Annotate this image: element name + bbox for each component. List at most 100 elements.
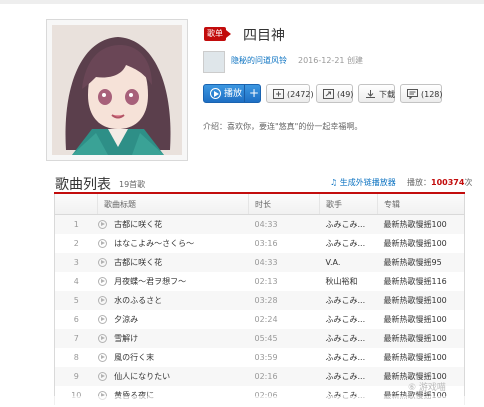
song-title-cell[interactable]: 月夜蝶～君ヲ想フ～ xyxy=(97,272,249,291)
row-play-icon[interactable] xyxy=(97,220,107,229)
favorite-button[interactable]: (2472) xyxy=(266,84,314,103)
song-row[interactable]: 3 古都に咲く花 04:33 V.A. 最新热歌慢摇95 xyxy=(54,253,465,272)
row-play-icon[interactable] xyxy=(97,315,107,324)
song-title[interactable]: 水のふるさと xyxy=(114,296,162,305)
song-title[interactable]: 古都に咲く花 xyxy=(114,220,162,229)
download-button[interactable]: 下载 xyxy=(358,84,395,103)
row-play-icon[interactable] xyxy=(97,258,107,267)
col-artist: 歌手 xyxy=(319,194,378,215)
song-album[interactable]: 最新热歌慢摇100 xyxy=(377,214,465,234)
download-icon xyxy=(366,90,375,98)
bottom-fade xyxy=(0,396,484,407)
song-duration: 04:33 xyxy=(248,253,320,272)
song-duration: 02:24 xyxy=(254,315,278,324)
song-album[interactable]: 最新热歌慢摇100 xyxy=(377,291,465,310)
row-play-icon[interactable] xyxy=(97,239,107,248)
song-artist[interactable]: ふみこみ... xyxy=(320,234,378,253)
song-album[interactable]: 最新热歌慢摇100 xyxy=(378,348,465,367)
song-index: 7 xyxy=(54,329,98,348)
playcount-unit: 次 xyxy=(464,178,473,187)
song-index: 5 xyxy=(54,291,98,310)
play-icon xyxy=(210,88,221,99)
comment-button[interactable]: (128) xyxy=(400,84,443,103)
playcount-label: 播放： xyxy=(407,178,431,187)
song-title-cell[interactable]: 古都に咲く花 xyxy=(97,253,249,272)
row-play-icon[interactable] xyxy=(97,296,107,305)
col-title: 歌曲标题 xyxy=(97,194,249,215)
play-button[interactable]: 播放 + xyxy=(203,84,261,103)
creator-avatar[interactable] xyxy=(203,51,225,73)
song-index: 1 xyxy=(54,214,98,234)
song-title-cell[interactable]: 仙人になりたい xyxy=(97,367,249,386)
song-artist[interactable]: ふみこみ... xyxy=(319,214,378,234)
song-duration: 02:13 xyxy=(254,277,278,286)
song-row[interactable]: 8 風の行く末 03:59 ふみこみ... 最新热歌慢摇100 xyxy=(55,348,465,367)
row-play-icon[interactable] xyxy=(97,277,107,286)
share-button[interactable]: (49) xyxy=(316,84,353,103)
playlist-tag: 歌单 xyxy=(204,27,231,41)
creator-link[interactable]: 隐秘的问道风铃 xyxy=(231,55,287,66)
play-divider xyxy=(244,85,245,102)
song-index: 8 xyxy=(73,353,79,362)
folder-plus-icon xyxy=(273,89,284,99)
song-album[interactable]: 最新热歌慢摇100 xyxy=(378,234,465,253)
song-artist[interactable]: V.A. xyxy=(319,253,378,272)
row-play-icon[interactable] xyxy=(97,334,107,343)
song-row[interactable]: 9 仙人になりたい 02:16 ふみこみ... 最新热歌慢摇100 xyxy=(54,367,465,386)
song-album[interactable]: 最新热歌慢摇116 xyxy=(378,272,465,291)
window-top-edge xyxy=(0,0,484,4)
songlist-count: 19首歌 xyxy=(119,180,146,189)
song-title-cell[interactable]: 雪解け xyxy=(97,329,249,348)
song-album[interactable]: 最新热歌慢摇100 xyxy=(378,310,465,329)
song-title-cell[interactable]: 古都に咲く花 xyxy=(97,214,249,234)
song-artist[interactable]: ふみこみ... xyxy=(319,367,378,386)
song-artist[interactable]: 秋山裕和 xyxy=(320,272,378,291)
song-index: 6 xyxy=(73,315,79,324)
playcount-value: 100374 xyxy=(431,178,465,187)
comment-count: (128) xyxy=(421,90,443,99)
comment-icon xyxy=(407,89,418,99)
song-index: 4 xyxy=(73,277,79,286)
song-title-cell[interactable]: 水のふるさと xyxy=(97,291,249,310)
favorite-count: (2472) xyxy=(287,90,314,99)
song-row[interactable]: 1 古都に咲く花 04:33 ふみこみ... 最新热歌慢摇100 xyxy=(54,214,465,234)
song-title-cell[interactable]: はなこよみ～さくら～ xyxy=(97,234,249,253)
song-album[interactable]: 最新热歌慢摇100 xyxy=(377,329,465,348)
row-play-icon[interactable] xyxy=(97,372,107,381)
song-title[interactable]: 雪解け xyxy=(114,334,138,343)
song-row[interactable]: 5 水のふるさと 03:28 ふみこみ... 最新热歌慢摇100 xyxy=(54,291,465,310)
add-to-queue-button[interactable]: + xyxy=(249,85,259,101)
song-duration: 03:16 xyxy=(254,239,278,248)
song-artist[interactable]: ふみこみ... xyxy=(320,310,378,329)
song-album[interactable]: 最新热歌慢摇95 xyxy=(377,253,465,272)
download-label: 下载 xyxy=(379,90,395,99)
song-title-cell[interactable]: 風の行く末 xyxy=(97,348,249,367)
row-play-icon[interactable] xyxy=(97,353,107,362)
song-title[interactable]: 夕涼み xyxy=(114,315,138,324)
song-artist[interactable]: ふみこみ... xyxy=(320,348,378,367)
created-date: 2016-12-21 创建 xyxy=(298,56,364,65)
share-icon xyxy=(323,89,334,99)
outlink-player-link[interactable]: ♫ 生成外链播放器 xyxy=(330,177,396,188)
song-artist[interactable]: ふみこみ... xyxy=(319,291,378,310)
watermark: ⑥ 游戏喵 xyxy=(408,383,446,393)
song-row[interactable]: 4 月夜蝶～君ヲ想フ～ 02:13 秋山裕和 最新热歌慢摇116 xyxy=(55,272,465,291)
song-row[interactable]: 2 はなこよみ～さくら～ 03:16 ふみこみ... 最新热歌慢摇100 xyxy=(55,234,465,253)
playlist-cover[interactable] xyxy=(46,19,188,161)
song-row[interactable]: 7 雪解け 05:45 ふみこみ... 最新热歌慢摇100 xyxy=(54,329,465,348)
song-title-cell[interactable]: 夕涼み xyxy=(97,310,249,329)
song-title[interactable]: はなこよみ～さくら～ xyxy=(114,239,194,248)
share-count: (49) xyxy=(337,90,354,99)
song-title[interactable]: 古都に咲く花 xyxy=(114,258,162,267)
song-title[interactable]: 月夜蝶～君ヲ想フ～ xyxy=(114,277,186,286)
song-title[interactable]: 風の行く末 xyxy=(114,353,154,362)
song-duration: 03:59 xyxy=(254,353,278,362)
song-title[interactable]: 仙人になりたい xyxy=(114,372,170,381)
playlist-intro: 介绍：喜欢你，要连"悠真"的份一起幸福啊。 xyxy=(203,122,363,131)
song-artist[interactable]: ふみこみ... xyxy=(319,329,378,348)
song-index: 3 xyxy=(54,253,98,272)
col-index xyxy=(54,194,98,215)
song-table-body: 1 古都に咲く花 04:33 ふみこみ... 最新热歌慢摇100 2 はなこよみ～さくら… xyxy=(54,214,465,406)
song-row[interactable]: 6 夕涼み 02:24 ふみこみ... 最新热歌慢摇100 xyxy=(55,310,465,329)
outlink-label: 生成外链播放器 xyxy=(339,178,396,187)
